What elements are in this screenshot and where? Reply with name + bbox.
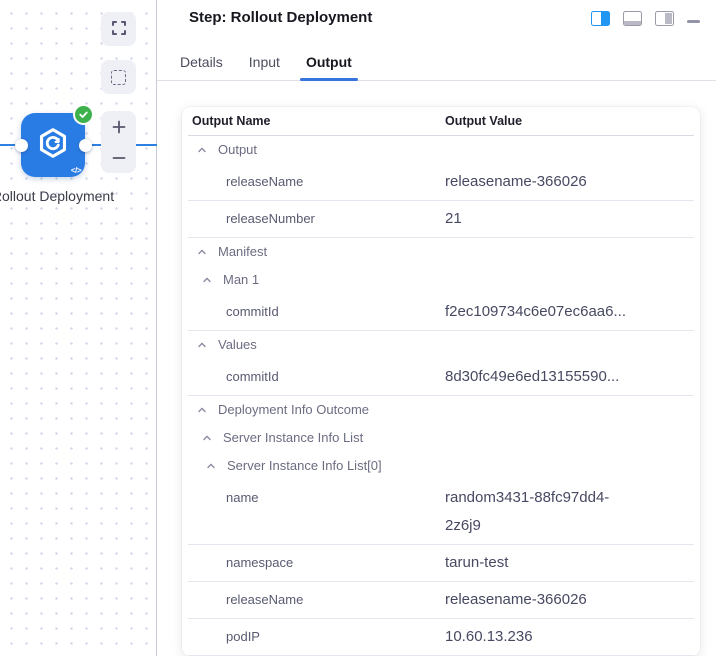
page-title: Step: Rollout Deployment — [189, 9, 372, 26]
output-table-header: Output Name Output Value — [188, 107, 694, 136]
output-name: releaseNumber — [188, 205, 445, 233]
chevron-up-icon[interactable] — [202, 433, 212, 443]
output-group-label: Output — [218, 136, 257, 164]
marquee-select-icon — [111, 70, 126, 85]
layout-split-right-icon[interactable] — [591, 11, 610, 26]
output-name: releaseName — [188, 586, 445, 614]
zoom-in-icon — [110, 118, 128, 136]
output-table-body: OutputreleaseNamereleasename-366026relea… — [188, 136, 694, 656]
output-name: namespace — [188, 549, 445, 577]
pipeline-step-view: </> Rollout Deployment Step: Rollout Dep… — [0, 0, 716, 656]
chevron-up-icon[interactable] — [197, 340, 207, 350]
output-group-row[interactable]: Man 1 — [188, 266, 694, 294]
output-row: releaseNamereleasename-366026 — [188, 164, 694, 201]
column-header-output-name: Output Name — [188, 107, 445, 135]
output-group-label: Values — [218, 331, 257, 359]
chevron-up-icon[interactable] — [206, 461, 216, 471]
output-value: releasename-366026 — [445, 586, 637, 614]
column-header-output-value: Output Value — [445, 107, 694, 135]
panel-layout-controls — [591, 9, 700, 26]
fullscreen-icon — [111, 20, 127, 39]
output-name: commitId — [188, 298, 445, 326]
output-group-row[interactable]: Server Instance Info List — [188, 424, 694, 452]
output-value: releasename-366026 — [445, 168, 637, 196]
output-port[interactable] — [79, 139, 92, 152]
canvas-zoom-control — [101, 111, 136, 173]
output-group-label: Server Instance Info List[0] — [227, 452, 382, 480]
success-check-badge — [73, 104, 94, 125]
tab-output[interactable]: Output — [300, 53, 358, 80]
output-value: random3431-88fc97dd4-2z6j9 — [445, 484, 637, 540]
output-row: podIP10.60.13.236 — [188, 619, 694, 656]
output-value: tarun-test — [445, 549, 637, 577]
output-group-row[interactable]: Deployment Info Outcome — [188, 396, 694, 424]
output-row: namespacetarun-test — [188, 545, 694, 582]
output-group-row[interactable]: Output — [188, 136, 694, 164]
input-port[interactable] — [15, 139, 28, 152]
output-name: name — [188, 484, 445, 540]
layout-right-drawer-icon[interactable] — [655, 11, 674, 26]
rollout-step-icon — [36, 126, 70, 165]
output-group-label: Server Instance Info List — [223, 424, 363, 452]
step-detail-panel: Step: Rollout Deployment Details Input Out… — [157, 0, 716, 656]
output-group-row[interactable]: Server Instance Info List[0] — [188, 452, 694, 480]
zoom-out-icon — [110, 149, 128, 167]
chevron-up-icon[interactable] — [202, 275, 212, 285]
output-group-row[interactable]: Manifest — [188, 238, 694, 266]
detail-tabs: Details Input Output — [157, 36, 716, 81]
tab-input[interactable]: Input — [243, 53, 286, 80]
output-row: commitId8d30fc49e6ed13155590... — [188, 359, 694, 396]
output-name: commitId — [188, 363, 445, 391]
fullscreen-button[interactable] — [101, 12, 136, 46]
output-value: f2ec109734c6e07ec6aa6... — [445, 298, 637, 326]
output-row: namerandom3431-88fc97dd4-2z6j9 — [188, 480, 694, 545]
output-value: 8d30fc49e6ed13155590... — [445, 363, 637, 391]
chevron-up-icon[interactable] — [197, 405, 207, 415]
panel-header: Step: Rollout Deployment — [157, 0, 716, 36]
output-name: releaseName — [188, 168, 445, 196]
zoom-out-button[interactable] — [101, 142, 136, 173]
chevron-up-icon[interactable] — [197, 145, 207, 155]
output-row: commitIdf2ec109734c6e07ec6aa6... — [188, 294, 694, 331]
output-row: releaseNumber21 — [188, 201, 694, 238]
output-value: 21 — [445, 205, 637, 233]
output-value: 10.60.13.236 — [445, 623, 637, 651]
output-group-row[interactable]: Values — [188, 331, 694, 359]
chevron-up-icon[interactable] — [197, 247, 207, 257]
minimize-icon[interactable] — [687, 20, 700, 23]
output-group-label: Man 1 — [223, 266, 259, 294]
output-group-label: Manifest — [218, 238, 267, 266]
step-node-rollout-deployment[interactable]: </> — [21, 113, 85, 177]
output-row: releaseNamereleasename-366026 — [188, 582, 694, 619]
zoom-in-button[interactable] — [101, 111, 136, 142]
output-name: podIP — [188, 623, 445, 651]
marquee-select-button[interactable] — [101, 60, 136, 94]
tab-details[interactable]: Details — [174, 53, 229, 80]
node-label: Rollout Deployment — [0, 186, 117, 207]
output-group-label: Deployment Info Outcome — [218, 396, 369, 424]
pipeline-canvas[interactable]: </> Rollout Deployment — [0, 0, 157, 656]
code-indicator-icon: </> — [71, 166, 81, 175]
output-table-card: Output Name Output Value OutputreleaseNa… — [182, 107, 700, 656]
layout-bottom-icon[interactable] — [623, 11, 642, 26]
